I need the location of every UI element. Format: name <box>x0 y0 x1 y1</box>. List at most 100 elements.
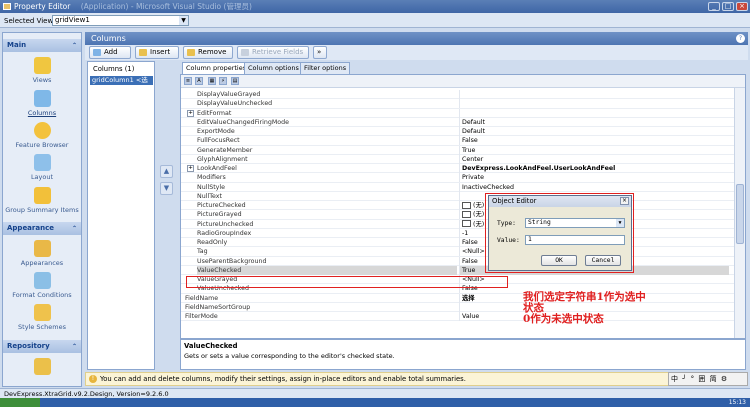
table-row[interactable]: + LookAndFeel DevExpress.LookAndFeel.UserL… <box>181 164 735 174</box>
insert-button[interactable]: Insert <box>135 46 179 59</box>
insert-icon <box>139 49 147 56</box>
nav-group-appearance[interactable]: Appearance ⌃ <box>3 222 81 235</box>
info-icon: ! <box>89 375 97 383</box>
property-name: ReadOnly <box>197 239 228 246</box>
property-value[interactable] <box>459 99 729 109</box>
ime-text: 中 ╯ ° 囲 简 ⚙ <box>671 375 729 383</box>
property-value[interactable]: True <box>459 145 729 155</box>
collapse-icon[interactable]: ⌃ <box>72 340 77 353</box>
table-row[interactable]: PictureUnchecked (无) <box>181 219 735 229</box>
properties-icon[interactable]: ▦ <box>208 77 216 85</box>
annotation-box-dialog <box>485 193 634 273</box>
property-name: ExportMode <box>197 128 235 135</box>
property-value[interactable]: False <box>459 136 729 146</box>
tab-column-properties[interactable]: Column properties <box>182 62 251 74</box>
table-row[interactable]: DisplayValueGrayed <box>181 90 735 100</box>
property-value[interactable]: DevExpress.LookAndFeel.UserLookAndFeel <box>459 164 729 173</box>
help-icon[interactable]: ? <box>736 34 745 43</box>
nav-group-main[interactable]: Main ⌃ <box>3 39 81 52</box>
table-row[interactable]: + EditFormat <box>181 108 735 118</box>
nav-item-appearances[interactable]: Appearances <box>3 240 81 267</box>
property-value-text: False <box>462 239 478 246</box>
property-value[interactable]: Center <box>459 154 729 164</box>
add-button[interactable]: Add <box>89 46 131 59</box>
events-icon[interactable]: ⚡ <box>219 77 227 85</box>
property-value-text: True <box>462 266 476 274</box>
property-value-text: 选择 <box>462 294 475 302</box>
nav-item-format-conditions[interactable]: Format Conditions <box>3 272 81 299</box>
table-row[interactable]: DisplayValueUnchecked <box>181 99 735 109</box>
property-name: EditFormat <box>197 109 232 117</box>
list-item[interactable]: gridColumn1 <选择> <box>90 76 153 93</box>
nav-item-columns[interactable]: Columns <box>3 90 81 117</box>
move-up-button[interactable]: ▲ <box>160 165 173 178</box>
vertical-scrollbar[interactable] <box>734 88 745 338</box>
table-row[interactable]: ValueChecked True <box>181 265 735 275</box>
collapse-icon[interactable]: ⌃ <box>72 39 77 52</box>
property-value-text: (无) <box>473 211 485 219</box>
maximize-icon[interactable]: □ <box>722 2 734 11</box>
property-pages-icon[interactable]: ▤ <box>231 77 239 85</box>
table-row[interactable]: EditValueChangedFiringMode Default <box>181 117 735 127</box>
image-preview-icon <box>462 210 471 218</box>
nav-item-repository[interactable] <box>3 358 81 377</box>
alphabetical-icon[interactable]: A <box>195 77 203 85</box>
expand-icon[interactable]: + <box>187 165 194 172</box>
tab-filter-options[interactable]: Filter options <box>300 62 351 74</box>
app-icon <box>3 3 11 10</box>
minimize-icon[interactable]: _ <box>708 2 720 11</box>
table-row[interactable]: PictureChecked (无) <box>181 201 735 211</box>
arrow-down-icon: ▼ <box>163 184 170 192</box>
property-value[interactable]: Private <box>459 173 729 183</box>
table-row[interactable]: Modifiers Private <box>181 173 735 183</box>
more-button[interactable]: » <box>313 46 327 59</box>
property-value[interactable]: Default <box>459 127 729 136</box>
nav-item-views[interactable]: Views <box>3 57 81 84</box>
close-icon[interactable]: × <box>736 2 748 11</box>
tab-column-options[interactable]: Column options <box>244 62 303 74</box>
property-value[interactable]: Default <box>459 117 729 127</box>
property-name: FullFocusRect <box>197 137 240 145</box>
nav-item-style-schemes[interactable]: Style Schemes <box>3 304 81 331</box>
table-row[interactable]: ReadOnly False <box>181 238 735 248</box>
property-value-text: (无) <box>473 202 485 209</box>
table-row[interactable]: NullStyle InactiveChecked <box>181 182 735 192</box>
nav-item-feature-browser[interactable]: Feature Browser <box>3 122 81 149</box>
move-down-button[interactable]: ▼ <box>160 182 173 195</box>
selected-view-combo[interactable]: gridView1 ▼ <box>52 15 189 26</box>
start-button[interactable] <box>0 398 40 407</box>
table-row[interactable]: UseParentBackground False <box>181 256 735 266</box>
hint-bar: ! You can add and delete columns, modify… <box>85 372 748 386</box>
property-value-text: (无) <box>473 220 485 228</box>
description-text: Gets or sets a value corresponding to th… <box>184 352 395 360</box>
chevron-down-icon[interactable]: ▼ <box>179 16 188 25</box>
columns-toolbar: Add Insert Remove Retrieve Fields » <box>85 45 748 60</box>
remove-button[interactable]: Remove <box>183 46 233 59</box>
property-value-text: False <box>462 257 478 265</box>
nav-group-repository[interactable]: Repository ⌃ <box>3 340 81 353</box>
table-row[interactable]: GenerateMember True <box>181 145 735 155</box>
table-row[interactable]: GlyphAlignment Center <box>181 154 735 164</box>
property-value[interactable] <box>459 108 729 118</box>
property-name: DisplayValueGrayed <box>197 91 261 98</box>
ime-toolbar[interactable]: 中 ╯ ° 囲 简 ⚙ <box>668 372 748 386</box>
property-name: NullStyle <box>197 183 226 191</box>
scrollbar-thumb[interactable] <box>736 184 744 244</box>
property-value[interactable] <box>459 90 729 99</box>
table-row[interactable]: ExportMode Default <box>181 127 735 137</box>
table-row[interactable]: PictureGrayed (无) <box>181 210 735 220</box>
nav-item-group-summary-items[interactable]: Group Summary Items <box>3 187 81 214</box>
table-row[interactable]: FullFocusRect False <box>181 136 735 146</box>
expand-icon[interactable]: + <box>187 109 194 117</box>
property-name: LookAndFeel <box>197 165 237 172</box>
table-row[interactable]: RadioGroupIndex -1 <box>181 228 735 238</box>
retrieve-fields-button[interactable]: Retrieve Fields <box>237 46 309 59</box>
table-row[interactable]: Tag <Null> <box>181 247 735 257</box>
table-row[interactable]: NullText <box>181 191 735 201</box>
categorized-icon[interactable]: ≡ <box>184 77 192 85</box>
columns-list-title: Columns (1) <box>93 65 135 73</box>
nav-item-layout[interactable]: Layout <box>3 154 81 181</box>
property-value[interactable]: InactiveChecked <box>459 182 729 192</box>
page-title: Columns ? <box>85 32 748 45</box>
collapse-icon[interactable]: ⌃ <box>72 222 77 235</box>
